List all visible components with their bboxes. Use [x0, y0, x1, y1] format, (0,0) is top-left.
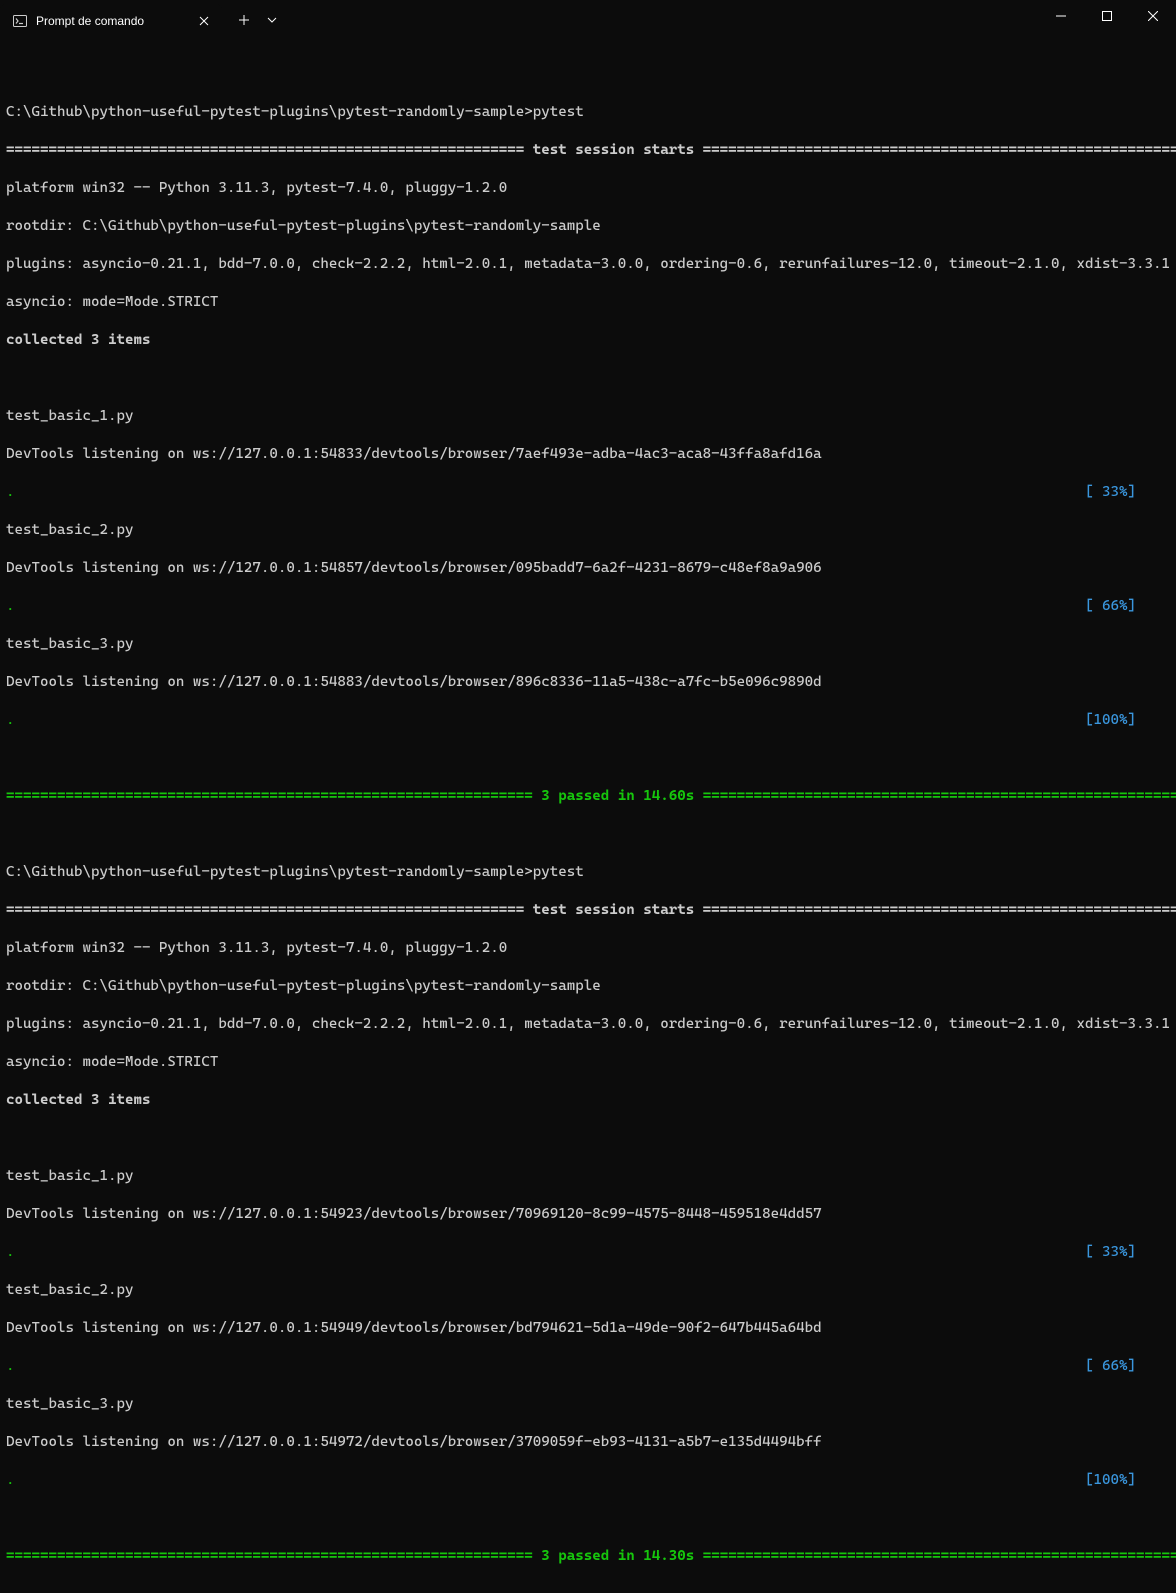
- summary-passed: 3 passed: [541, 1547, 609, 1566]
- tab-command-prompt[interactable]: Prompt de comando: [0, 4, 222, 38]
- summary-eq: ========================================…: [694, 1547, 1176, 1566]
- terminal-output[interactable]: C:\Github\python-useful-pytest-plugins\p…: [0, 38, 1176, 1593]
- summary-passed: 3 passed: [541, 787, 609, 806]
- devtools-line: DevTools listening on ws://127.0.0.1:549…: [6, 1433, 1170, 1452]
- session-header: ========================================…: [6, 141, 1170, 160]
- titlebar: Prompt de comando: [0, 0, 1176, 38]
- maximize-button[interactable]: [1084, 0, 1130, 32]
- collected-line: collected 3 items: [6, 1091, 1170, 1110]
- progress-row: . [100%]: [6, 711, 1170, 730]
- pass-dot: .: [6, 1357, 15, 1376]
- summary-line: ========================================…: [6, 787, 1170, 806]
- progress-row: . [ 33%]: [6, 483, 1170, 502]
- summary-time: in 14.30s: [609, 1547, 694, 1566]
- tab-title: Prompt de comando: [36, 12, 144, 31]
- test-file-2: test_basic_2.py: [6, 521, 1170, 540]
- summary-line: ========================================…: [6, 1547, 1170, 1566]
- progress-pct: [ 33%]: [1085, 483, 1136, 502]
- test-file-3: test_basic_3.py: [6, 635, 1170, 654]
- progress-pct: [100%]: [1085, 1471, 1136, 1490]
- collected-line: collected 3 items: [6, 331, 1170, 350]
- progress-row: . [ 33%]: [6, 1243, 1170, 1262]
- devtools-line: DevTools listening on ws://127.0.0.1:549…: [6, 1205, 1170, 1224]
- progress-pct: [ 66%]: [1085, 1357, 1136, 1376]
- summary-eq: ========================================…: [6, 1547, 541, 1566]
- minimize-button[interactable]: [1038, 0, 1084, 32]
- prompt-line: C:\Github\python-useful-pytest-plugins\p…: [6, 863, 1170, 882]
- rootdir-line: rootdir: C:\Github\python-useful-pytest-…: [6, 977, 1170, 996]
- devtools-line: DevTools listening on ws://127.0.0.1:548…: [6, 559, 1170, 578]
- progress-row: . [ 66%]: [6, 597, 1170, 616]
- tab-dropdown-icon[interactable]: [260, 4, 284, 36]
- test-file-1: test_basic_1.py: [6, 1167, 1170, 1186]
- pass-dot: .: [6, 711, 15, 730]
- devtools-line: DevTools listening on ws://127.0.0.1:549…: [6, 1319, 1170, 1338]
- pass-dot: .: [6, 1471, 15, 1490]
- pass-dot: .: [6, 483, 15, 502]
- devtools-line: DevTools listening on ws://127.0.0.1:548…: [6, 445, 1170, 464]
- summary-time: in 14.60s: [609, 787, 694, 806]
- devtools-line: DevTools listening on ws://127.0.0.1:548…: [6, 673, 1170, 692]
- prompt-line: C:\Github\python-useful-pytest-plugins\p…: [6, 103, 1170, 122]
- progress-row: . [ 66%]: [6, 1357, 1170, 1376]
- terminal-icon: [12, 13, 28, 29]
- test-file-1: test_basic_1.py: [6, 407, 1170, 426]
- close-window-button[interactable]: [1130, 0, 1176, 32]
- window-controls: [1038, 0, 1176, 32]
- pass-dot: .: [6, 597, 15, 616]
- summary-eq: ========================================…: [6, 787, 541, 806]
- asyncio-line: asyncio: mode=Mode.STRICT: [6, 1053, 1170, 1072]
- progress-pct: [ 33%]: [1085, 1243, 1136, 1262]
- rootdir-line: rootdir: C:\Github\python-useful-pytest-…: [6, 217, 1170, 236]
- plugins-line: plugins: asyncio-0.21.1, bdd-7.0.0, chec…: [6, 255, 1170, 274]
- summary-eq: ========================================…: [694, 787, 1176, 806]
- pass-dot: .: [6, 1243, 15, 1262]
- platform-line: platform win32 -- Python 3.11.3, pytest-…: [6, 939, 1170, 958]
- asyncio-line: asyncio: mode=Mode.STRICT: [6, 293, 1170, 312]
- close-tab-icon[interactable]: [196, 13, 212, 29]
- progress-pct: [100%]: [1085, 711, 1136, 730]
- progress-pct: [ 66%]: [1085, 597, 1136, 616]
- session-header: ========================================…: [6, 901, 1170, 920]
- progress-row: . [100%]: [6, 1471, 1170, 1490]
- platform-line: platform win32 -- Python 3.11.3, pytest-…: [6, 179, 1170, 198]
- test-file-3: test_basic_3.py: [6, 1395, 1170, 1414]
- plugins-line: plugins: asyncio-0.21.1, bdd-7.0.0, chec…: [6, 1015, 1170, 1034]
- new-tab-button[interactable]: [228, 4, 260, 36]
- test-file-2: test_basic_2.py: [6, 1281, 1170, 1300]
